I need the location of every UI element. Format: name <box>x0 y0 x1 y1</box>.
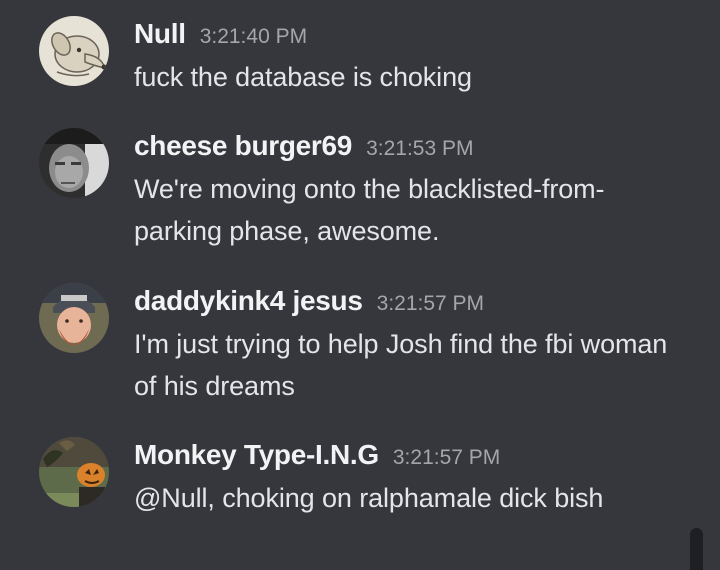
dog-cartoon-avatar-icon <box>39 16 109 86</box>
bearded-man-cap-avatar-icon <box>39 283 109 353</box>
message-header: Null 3:21:40 PM <box>134 16 307 57</box>
username[interactable]: daddykink4 jesus <box>134 285 363 316</box>
message-text: We're moving onto the blacklisted-from-p… <box>134 174 605 246</box>
timestamp: 3:21:40 PM <box>199 25 308 48</box>
message-header: cheese burger69 3:21:53 PM <box>134 128 473 169</box>
message-header: Monkey Type-I.N.G 3:21:57 PM <box>134 437 500 478</box>
avatar[interactable] <box>39 437 109 507</box>
message-text: I'm just trying to help Josh find the fb… <box>134 329 668 401</box>
avatar[interactable] <box>39 16 109 86</box>
username[interactable]: Monkey Type-I.N.G <box>134 439 379 470</box>
message-text: @Null, choking on ralphamale dick bish <box>134 483 604 513</box>
chat-message-list[interactable]: Null 3:21:40 PM fuck the database is chok… <box>0 0 720 570</box>
avatar[interactable] <box>39 283 109 353</box>
scrollbar-thumb[interactable] <box>690 528 703 570</box>
username[interactable]: Null <box>134 18 186 49</box>
timestamp: 3:21:57 PM <box>376 292 485 315</box>
avatar[interactable] <box>39 128 109 198</box>
pumpkin-figure-avatar-icon <box>39 437 109 507</box>
timestamp: 3:21:57 PM <box>392 446 501 469</box>
grayscale-face-avatar-icon <box>39 128 109 198</box>
message-text: fuck the database is choking <box>134 62 472 92</box>
message-header: daddykink4 jesus 3:21:57 PM <box>134 283 484 324</box>
username[interactable]: cheese burger69 <box>134 130 352 161</box>
timestamp: 3:21:53 PM <box>366 137 474 160</box>
